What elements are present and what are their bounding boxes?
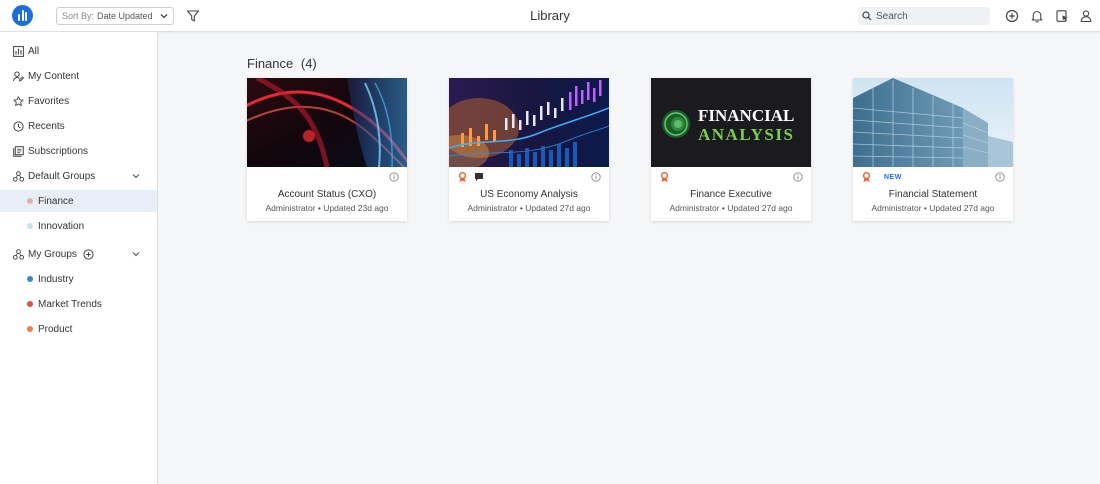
new-badge: NEW <box>884 173 902 181</box>
groups-icon <box>13 170 24 182</box>
card-title: Finance Executive <box>690 189 772 200</box>
section-name: Finance <box>247 56 294 71</box>
group-color-dot <box>27 276 33 282</box>
dossier-card[interactable]: FINANCIAL ANALYSIS Finance Executive Adm… <box>651 78 811 221</box>
group-color-dot <box>27 223 33 229</box>
add-circle-icon[interactable] <box>1005 9 1019 23</box>
user-edit-icon <box>13 71 24 82</box>
sidebar-item-label: Subscriptions <box>28 145 89 157</box>
section-count: (4) <box>300 56 317 71</box>
card-title: Account Status (CXO) <box>277 189 377 200</box>
sidebar-item-my-content[interactable]: My Content <box>0 65 157 87</box>
sidebar-item-my-groups[interactable]: My Groups <box>0 243 157 265</box>
subscription-icon <box>13 145 24 157</box>
sidebar: All My Content Favorites Recents Subscri… <box>0 32 158 484</box>
info-icon[interactable] <box>591 172 601 182</box>
card-thumbnail <box>247 78 407 167</box>
search-icon <box>862 11 872 21</box>
card-title: Financial Statement <box>888 189 978 200</box>
abstract-light-image <box>247 78 407 167</box>
dossier-card[interactable]: Account Status (CXO) Administrator • Upd… <box>247 78 407 221</box>
add-group-icon[interactable] <box>83 248 94 260</box>
office-building-image <box>853 78 1013 167</box>
sidebar-item-label: Market Trends <box>38 298 102 310</box>
card-thumbnail <box>449 78 609 167</box>
star-icon <box>13 95 24 106</box>
sidebar-item-recents[interactable]: Recents <box>0 115 157 137</box>
card-thumbnail: FINANCIAL ANALYSIS <box>651 78 811 167</box>
sidebar-item-default-groups[interactable]: Default Groups <box>0 165 157 187</box>
groups-icon <box>13 248 24 260</box>
card-meta: Administrator • Updated 27d ago <box>467 203 591 213</box>
chevron-down-icon[interactable] <box>131 249 141 259</box>
section-title: Finance (4) <box>247 56 317 71</box>
filter-icon[interactable] <box>186 9 200 23</box>
tablet-cursor-icon[interactable] <box>1055 9 1069 23</box>
sort-value: Date Updated <box>97 11 153 21</box>
info-icon[interactable] <box>995 172 1005 182</box>
sidebar-item-subscriptions[interactable]: Subscriptions <box>0 140 157 162</box>
thumb-text-line2: ANALYSIS <box>698 125 794 144</box>
sort-dropdown[interactable]: Sort By: Date Updated <box>56 7 174 25</box>
sidebar-item-industry[interactable]: Industry <box>0 268 157 290</box>
info-icon[interactable] <box>793 172 803 182</box>
certified-ribbon-icon <box>458 171 467 182</box>
chevron-down-icon[interactable] <box>131 171 141 181</box>
comment-icon[interactable] <box>474 172 484 182</box>
sidebar-item-label: Finance <box>38 195 74 207</box>
card-meta: Administrator • Updated 23d ago <box>265 203 389 213</box>
dossier-card[interactable]: US Economy Analysis Administrator • Upda… <box>449 78 609 221</box>
financial-analysis-image: FINANCIAL ANALYSIS <box>662 106 794 144</box>
certified-ribbon-icon <box>862 171 871 182</box>
sidebar-item-innovation[interactable]: Innovation <box>0 215 157 237</box>
clock-icon <box>13 120 24 132</box>
card-badges <box>458 171 484 183</box>
sort-prefix: Sort By: <box>62 11 95 21</box>
card-title: US Economy Analysis <box>480 189 578 200</box>
sidebar-item-label: Default Groups <box>28 170 96 182</box>
bell-icon[interactable] <box>1030 9 1044 23</box>
search-box[interactable] <box>858 7 990 25</box>
sidebar-item-favorites[interactable]: Favorites <box>0 90 157 112</box>
group-color-dot <box>27 326 33 332</box>
card-badges: NEW <box>862 171 902 183</box>
sidebar-item-label: Favorites <box>28 95 70 107</box>
group-color-dot <box>27 198 33 204</box>
chevron-down-icon <box>160 14 168 19</box>
sidebar-item-label: Recents <box>28 120 65 132</box>
group-color-dot <box>27 301 33 307</box>
app-logo-icon[interactable] <box>12 5 33 26</box>
user-icon[interactable] <box>1079 9 1093 23</box>
card-thumbnail <box>853 78 1013 167</box>
card-badges <box>660 171 669 183</box>
top-bar: Sort By: Date Updated Library <box>0 0 1100 32</box>
sidebar-item-all[interactable]: All <box>0 40 157 62</box>
sidebar-item-product[interactable]: Product <box>0 318 157 340</box>
sidebar-item-label: Industry <box>38 273 74 285</box>
sidebar-item-label: My Content <box>28 70 80 82</box>
stock-chart-image <box>449 78 609 167</box>
bar-chart-icon <box>13 45 24 57</box>
sidebar-item-label: Innovation <box>38 220 85 232</box>
sidebar-item-label: Product <box>38 323 73 335</box>
certified-ribbon-icon <box>660 171 669 182</box>
search-input[interactable] <box>876 10 986 22</box>
card-meta: Administrator • Updated 27d ago <box>871 203 995 213</box>
sidebar-item-market-trends[interactable]: Market Trends <box>0 293 157 315</box>
card-meta: Administrator • Updated 27d ago <box>669 203 793 213</box>
sidebar-item-label: All <box>28 45 40 57</box>
thumb-text-line1: FINANCIAL <box>698 106 794 125</box>
sidebar-item-label: My Groups <box>28 248 77 260</box>
sidebar-item-finance[interactable]: Finance <box>0 190 157 212</box>
info-icon[interactable] <box>389 172 399 182</box>
dossier-card[interactable]: NEW Financial Statement Administrator • … <box>853 78 1013 221</box>
